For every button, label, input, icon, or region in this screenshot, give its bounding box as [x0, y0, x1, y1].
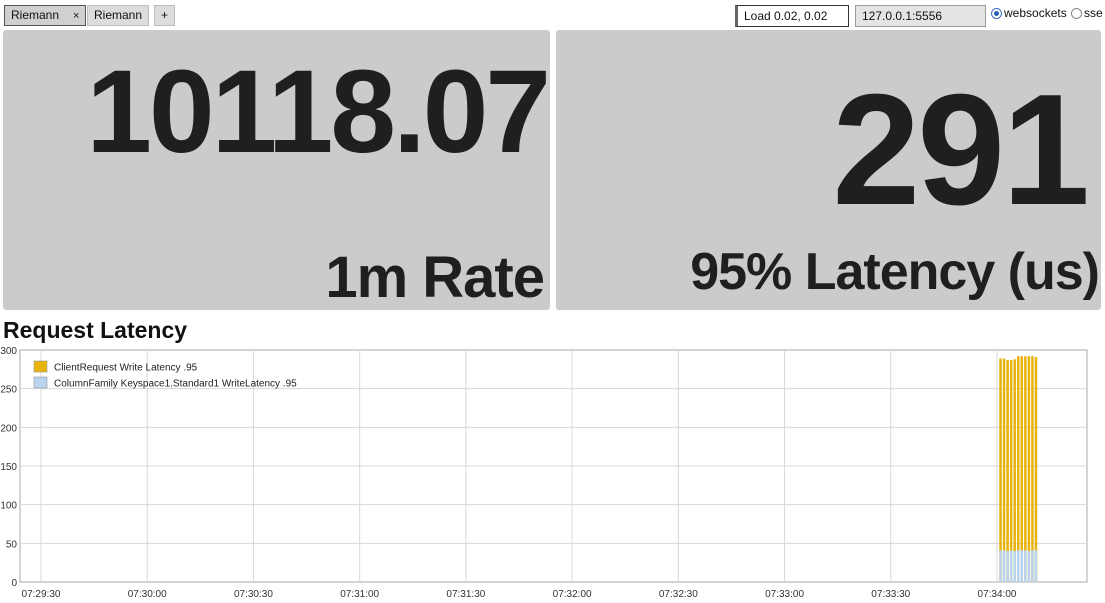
server-value: 127.0.0.1:5556 — [862, 9, 943, 23]
bar-write-latency — [1016, 356, 1020, 582]
x-tick-label: 07:30:00 — [128, 589, 167, 600]
x-tick-label: 07:34:00 — [978, 589, 1017, 600]
bar-write-latency — [1020, 356, 1024, 582]
bar-cf-write-latency — [1034, 550, 1038, 582]
server-input[interactable]: 127.0.0.1:5556 — [855, 5, 986, 27]
y-tick-label: 150 — [0, 462, 17, 473]
legend-swatch — [33, 360, 48, 373]
load-value: Load 0.02, 0.02 — [744, 9, 828, 23]
bar-cf-write-latency — [999, 550, 1002, 582]
bar-cf-write-latency — [1013, 551, 1016, 582]
bar-cf-write-latency — [1016, 550, 1020, 582]
request-latency-chart: 0 50 100 150 200 250 300 07:29:30 07:30:00 07:30:… — [0, 346, 1088, 600]
tab-label: Riemann — [11, 8, 60, 22]
rate-label: 1m Rate — [325, 245, 545, 310]
plus-icon: + — [161, 8, 169, 22]
bar-write-latency — [1002, 358, 1006, 582]
y-tick-label: 50 — [6, 539, 18, 550]
x-tick-label: 07:31:30 — [446, 589, 485, 600]
bar-write-latency — [1024, 356, 1027, 582]
x-tick-label: 07:32:00 — [553, 589, 592, 600]
load-indicator: Load 0.02, 0.02 — [735, 5, 849, 27]
bar-cf-write-latency — [1009, 550, 1013, 582]
x-tick-label: 07:33:00 — [765, 589, 804, 600]
bar-cf-write-latency — [1027, 551, 1031, 582]
tab-riemann-active[interactable]: Riemann × — [4, 5, 87, 26]
rate-value: 10118.07 — [86, 46, 550, 178]
bar-write-latency — [1034, 356, 1038, 582]
x-tick-label: 07:32:30 — [659, 589, 698, 600]
chart-title: Request Latency — [3, 317, 188, 343]
bar-write-latency — [1031, 356, 1034, 582]
tab-riemann[interactable]: Riemann — [87, 5, 150, 26]
bar-write-latency — [1013, 359, 1016, 582]
y-tick-label: 250 — [0, 385, 17, 396]
x-tick-label: 07:31:00 — [340, 589, 379, 600]
bar-cf-write-latency — [1031, 550, 1034, 582]
bar-cf-write-latency — [1024, 550, 1027, 582]
latency-value: 291 — [832, 62, 1090, 238]
legend-label: ColumnFamily Keyspace1.Standard1 WriteLa… — [54, 379, 297, 390]
legend-swatch — [33, 376, 48, 389]
bar-write-latency — [999, 358, 1002, 582]
y-tick-label: 0 — [11, 578, 17, 589]
radio-websockets[interactable]: websockets — [991, 5, 1067, 21]
rate-panel: 10118.07 1m Rate — [3, 30, 550, 310]
radio-selected-icon — [991, 8, 1002, 19]
close-icon[interactable]: × — [73, 10, 79, 22]
radio-unselected-icon — [1071, 8, 1082, 19]
bar-cf-write-latency — [1002, 550, 1006, 582]
y-tick-label: 200 — [0, 423, 17, 434]
radio-label: websockets — [1004, 6, 1067, 20]
radio-sse[interactable]: sse — [1071, 5, 1103, 21]
y-tick-label: 300 — [0, 346, 17, 357]
legend-label: ClientRequest Write Latency .95 — [54, 363, 198, 374]
bar-write-latency — [1027, 356, 1031, 582]
latency-label: 95% Latency (us) — [690, 243, 1100, 301]
tab-label: Riemann — [94, 8, 143, 22]
radio-label: sse — [1084, 6, 1103, 20]
bar-cf-write-latency — [1006, 551, 1009, 582]
latency-panel: 291 95% Latency (us) — [556, 30, 1101, 310]
x-tick-label: 07:30:30 — [234, 589, 273, 600]
bar-cf-write-latency — [1020, 550, 1024, 582]
bar-write-latency — [1006, 360, 1009, 582]
x-tick-label: 07:29:30 — [22, 589, 61, 600]
y-tick-label: 100 — [0, 501, 17, 512]
bar-write-latency — [1009, 360, 1013, 582]
add-tab-button[interactable]: + — [154, 5, 176, 26]
x-tick-label: 07:33:30 — [871, 589, 910, 600]
